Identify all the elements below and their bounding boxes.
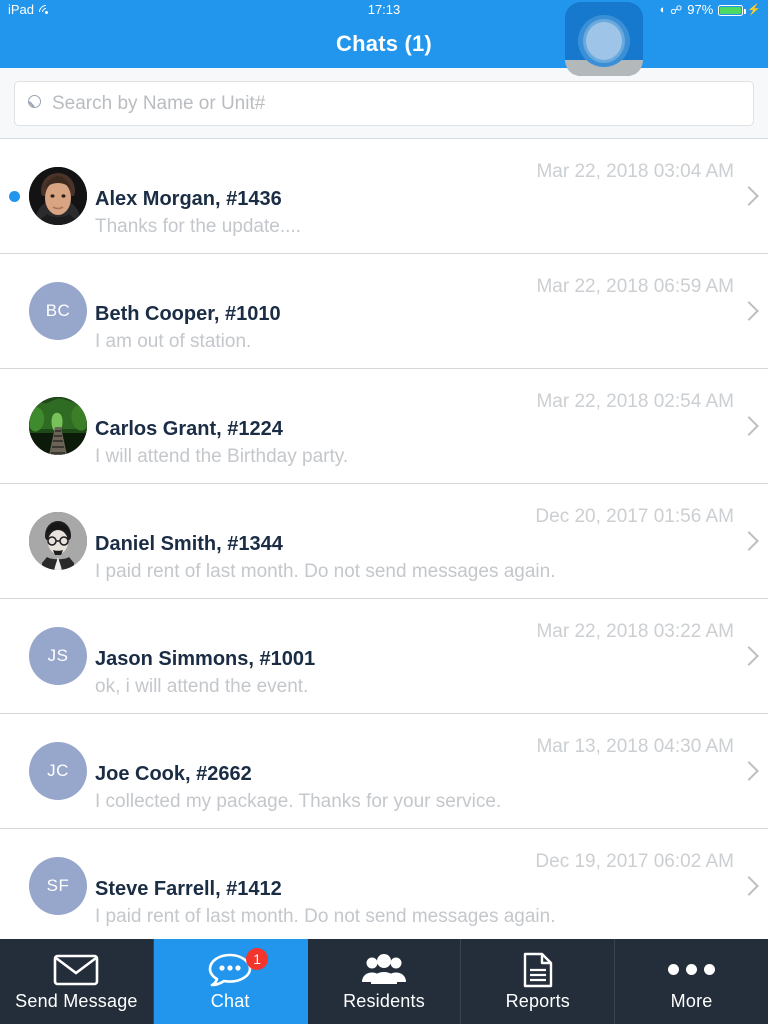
search-bar-container: Search by Name or Unit# [0,68,768,139]
chat-contact-name: Carlos Grant, #1224 [95,418,283,440]
chat-timestamp: Mar 22, 2018 03:04 AM [536,161,734,182]
chat-preview-text: Thanks for the update.... [95,216,301,237]
chat-list-item[interactable]: JS Jason Simmons, #1001 ok, i will atten… [0,599,768,714]
tab-label: More [670,990,713,1011]
chat-bubble-icon: 1 [208,947,269,988]
chevron-right-icon[interactable] [741,299,754,323]
chevron-right-icon[interactable] [741,874,754,898]
status-bar-clock: 17:13 [367,2,401,17]
tab-residents[interactable]: Residents [308,939,462,1024]
chat-timestamp: Mar 13, 2018 04:30 AM [536,736,734,757]
chat-preview-text: I paid rent of last month. Do not send m… [95,561,556,582]
assistive-touch-ring-inner [586,22,622,60]
battery-percent-label: 97% [687,2,714,17]
chat-preview-text: I collected my package. Thanks for your … [95,791,502,812]
document-icon [522,952,554,988]
chat-timestamp: Dec 20, 2017 01:56 AM [535,506,734,527]
avatar: SF [29,857,87,915]
chat-contact-name: Steve Farrell, #1412 [95,878,282,900]
avatar: JC [29,742,87,800]
avatar-initials: JC [47,761,69,780]
chat-list-item[interactable]: Carlos Grant, #1224 I will attend the Bi… [0,369,768,484]
avatar-initials: SF [46,876,70,895]
chat-preview-text: I am out of station. [95,331,252,352]
chat-contact-name: Joe Cook, #2662 [95,763,252,785]
unread-indicator-dot [9,191,20,202]
assistive-touch-button[interactable] [565,2,643,76]
ellipsis-icon [668,952,716,988]
search-placeholder: Search by Name or Unit# [52,92,266,114]
app-root: iPad 17:13 ◖ ☍ 97% ⚡ Chats (1) Search by… [0,0,768,1024]
avatar: BC [29,282,87,340]
chat-timestamp: Mar 22, 2018 02:54 AM [536,391,734,412]
chevron-right-icon[interactable] [741,644,754,668]
chat-timestamp: Mar 22, 2018 06:59 AM [536,276,734,297]
bluetooth-icon: ☍ [670,3,683,17]
chat-preview-text: I paid rent of last month. Do not send m… [95,906,556,927]
tab-label: Chat [210,990,250,1011]
chat-list-item[interactable]: SF Steve Farrell, #1412 I paid rent of l… [0,829,768,939]
chevron-right-icon[interactable] [741,759,754,783]
chat-timestamp: Mar 22, 2018 03:22 AM [536,621,734,642]
bottom-tab-bar: Send Message 1 Chat Residents Reports Mo… [0,939,768,1024]
chat-list-item[interactable]: JC Joe Cook, #2662 I collected my packag… [0,714,768,829]
chat-preview-text: ok, i will attend the event. [95,676,309,697]
avatar [29,512,87,570]
chevron-right-icon[interactable] [741,184,754,208]
status-bar-right: ◖ ☍ 97% ⚡ [658,0,761,20]
chevron-right-icon[interactable] [741,529,754,553]
chat-unread-badge: 1 [246,947,269,970]
chat-contact-name: Daniel Smith, #1344 [95,533,283,555]
tab-label: Residents [343,990,425,1011]
tab-send-message[interactable]: Send Message [0,939,154,1024]
search-input[interactable]: Search by Name or Unit# [14,81,754,126]
chat-contact-name: Beth Cooper, #1010 [95,303,281,325]
avatar-initials: BC [45,301,71,320]
chevron-right-icon[interactable] [741,414,754,438]
tab-label: Send Message [15,990,138,1011]
rotation-lock-icon: ◖ [658,4,666,16]
page-header: Chats (1) [0,20,768,68]
chat-list-item[interactable]: BC Beth Cooper, #1010 I am out of statio… [0,254,768,369]
status-bar: iPad 17:13 ◖ ☍ 97% ⚡ [0,0,768,22]
tab-reports[interactable]: Reports [461,939,616,1024]
chat-list-item[interactable]: Daniel Smith, #1344 I paid rent of last … [0,484,768,599]
avatar-initials: JS [47,646,69,665]
tab-more[interactable]: More [615,939,768,1024]
charging-bolt-icon: ⚡ [747,4,761,16]
search-icon [27,94,46,113]
people-group-icon [361,952,407,988]
chat-list[interactable]: Alex Morgan, #1436 Thanks for the update… [0,139,768,939]
battery-icon [718,4,746,16]
page-title: Chats (1) [336,31,432,56]
avatar [29,397,87,455]
chat-contact-name: Alex Morgan, #1436 [95,188,282,210]
chat-preview-text: I will attend the Birthday party. [95,446,349,467]
envelope-icon [53,952,99,988]
tab-chat[interactable]: 1 Chat [153,939,308,1024]
chat-contact-name: Jason Simmons, #1001 [95,648,316,670]
tab-label: Reports [505,990,570,1011]
avatar [29,167,87,225]
chat-list-item[interactable]: Alex Morgan, #1436 Thanks for the update… [0,139,768,254]
chat-timestamp: Dec 19, 2017 06:02 AM [535,851,734,872]
avatar: JS [29,627,87,685]
